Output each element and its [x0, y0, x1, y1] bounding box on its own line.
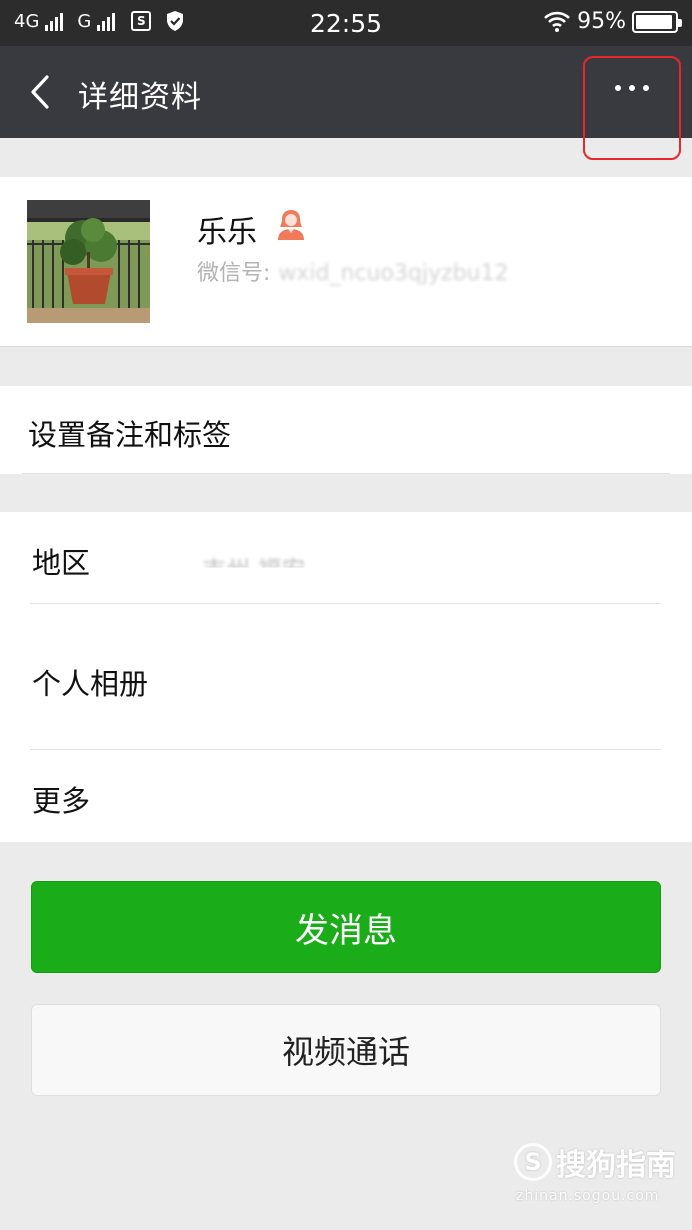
contact-name: 乐乐 [197, 215, 257, 250]
profile-card: 乐乐 微信号: wxid_ncuo3qjyzbu12 [0, 177, 692, 347]
chevron-left-icon [31, 75, 49, 109]
wechat-id-row: 微信号: wxid_ncuo3qjyzbu12 [197, 255, 509, 287]
more-info-label: 更多 [32, 784, 91, 818]
send-message-button[interactable]: 发消息 [31, 881, 661, 973]
more-info-row[interactable]: 更多 [0, 750, 692, 842]
nav-bar: 详细资料 [0, 46, 692, 160]
avatar-image [27, 200, 150, 323]
wechat-id-value: wxid_ncuo3qjyzbu12 [278, 261, 509, 286]
sogou-logo: S 搜狗指南 [514, 1140, 676, 1184]
page-title: 详细资料 [78, 80, 202, 115]
info-group: 地区 吉州 福安 个人相册 更多 [0, 512, 692, 842]
battery-icon [632, 10, 682, 33]
watermark-brand: 搜狗指南 [556, 1148, 676, 1183]
remark-tags-row[interactable]: 设置备注和标签 [0, 386, 692, 474]
divider [22, 473, 670, 474]
wifi-icon [544, 11, 571, 32]
status-right: 95% [543, 9, 682, 34]
remark-tags-label: 设置备注和标签 [28, 418, 232, 452]
video-call-button[interactable]: 视频通话 [31, 1004, 661, 1096]
back-button[interactable] [18, 68, 62, 116]
female-user-icon [278, 210, 304, 240]
wechat-id-label: 微信号: [197, 261, 271, 286]
battery-fill [636, 14, 672, 29]
status-bar: 4G G S 22:55 95% [0, 0, 692, 46]
avatar[interactable] [27, 200, 150, 323]
region-value: 吉州 福安 [202, 556, 306, 584]
battery-percent: 95% [577, 9, 626, 34]
sogou-s-icon: S [514, 1143, 552, 1181]
region-label: 地区 [32, 546, 91, 580]
sogou-watermark: S 搜狗指南 zhinan.sogou.com [514, 1140, 676, 1204]
more-options-button[interactable] [583, 56, 681, 160]
photo-album-label: 个人相册 [32, 667, 149, 701]
ellipsis-icon [615, 85, 649, 91]
region-row[interactable]: 地区 吉州 福安 [0, 512, 692, 604]
photo-album-row[interactable]: 个人相册 [0, 604, 692, 749]
watermark-url: zhinan.sogou.com [516, 1188, 660, 1204]
